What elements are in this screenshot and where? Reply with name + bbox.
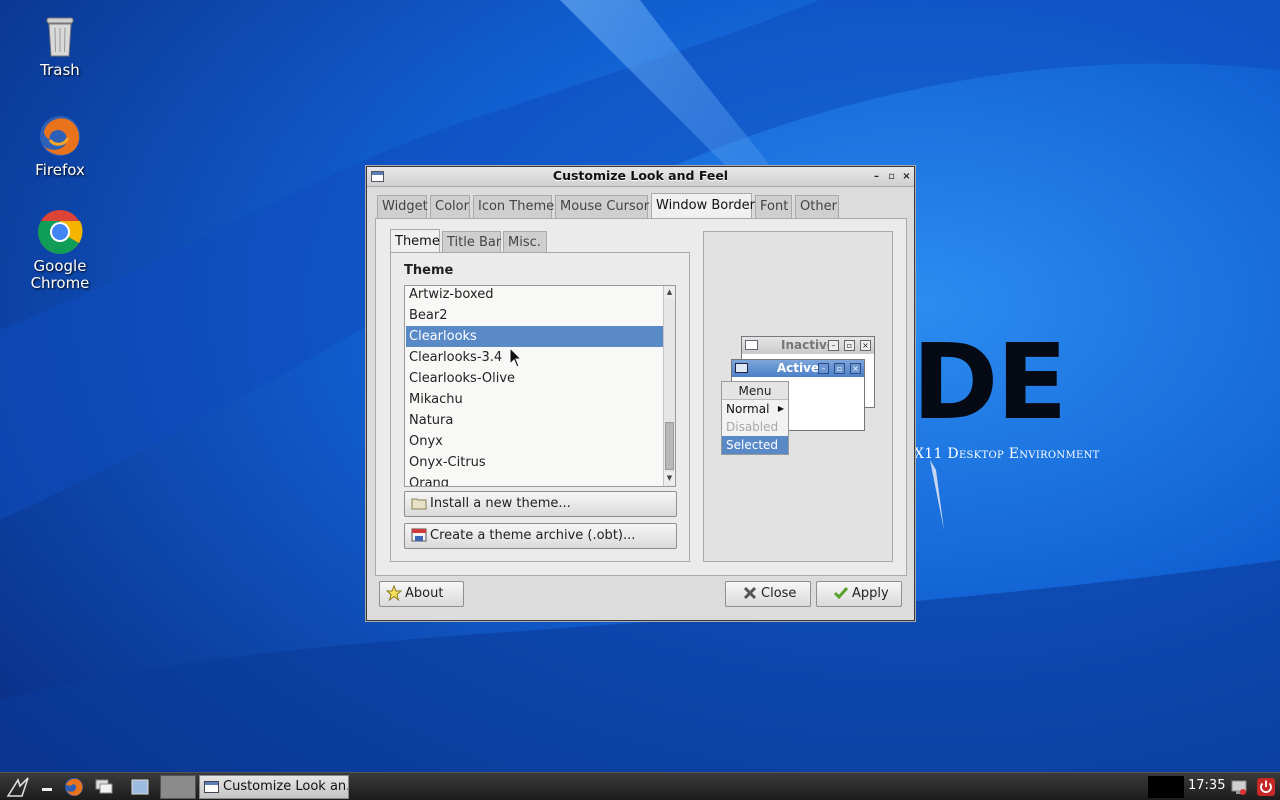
firefox-icon: [36, 112, 84, 160]
desktop-icon-trash[interactable]: Trash: [15, 12, 105, 79]
theme-item-onyx[interactable]: Onyx: [406, 431, 663, 452]
preview-close-icon: ×: [860, 340, 871, 351]
preview-minimize-icon: –: [828, 340, 839, 351]
taskbar: Customize Look an... 17:35: [0, 772, 1280, 800]
star-icon: [385, 584, 403, 601]
preview-menu-selected: Selected: [722, 436, 788, 454]
workspace-2[interactable]: [160, 775, 196, 799]
tab-widget[interactable]: Widget: [377, 195, 428, 218]
workspace-1[interactable]: [129, 776, 151, 798]
create-theme-archive-label: Create a theme archive (.obt)...: [430, 528, 636, 543]
preview-maximize-icon: ▫: [844, 340, 855, 351]
close-label: Close: [761, 586, 797, 601]
theme-item-bear2[interactable]: Bear2: [406, 305, 663, 326]
clock[interactable]: 17:35: [1188, 778, 1225, 793]
chrome-icon: [36, 208, 84, 256]
tab-title-bar[interactable]: Title Bar: [442, 231, 501, 253]
preview-menu: Menu Normal ▶ Disabled Selected: [721, 381, 789, 455]
tab-font[interactable]: Font: [755, 195, 792, 218]
desktop-icon-label: Google Chrome: [30, 257, 90, 292]
close-button[interactable]: Close: [725, 581, 811, 607]
logout-button[interactable]: [1256, 776, 1276, 798]
lxde-menu-icon: [6, 777, 29, 797]
scroll-up-arrow-icon[interactable]: ▲: [664, 286, 675, 299]
theme-item-clearlooks[interactable]: Clearlooks: [406, 326, 663, 347]
scroll-down-arrow-icon[interactable]: ▼: [664, 472, 675, 485]
customize-look-and-feel-window: Customize Look and Feel – ▫ × Widget Col…: [366, 166, 915, 621]
create-theme-archive-button[interactable]: Create a theme archive (.obt)...: [404, 523, 677, 549]
firefox-icon: [65, 778, 83, 796]
desktop-icon-label: Trash: [40, 61, 80, 79]
trash-icon: [36, 12, 84, 60]
theme-item-orang[interactable]: Orang: [406, 473, 663, 486]
checkmark-icon: [833, 585, 849, 601]
theme-heading: Theme: [404, 263, 454, 278]
theme-panel: Theme Artwiz-boxed Bear2 Clearlooks Clea…: [390, 252, 690, 562]
tab-theme[interactable]: Theme: [390, 229, 440, 253]
windows-icon: [95, 779, 113, 794]
apply-label: Apply: [852, 586, 889, 601]
window-titlebar[interactable]: Customize Look and Feel – ▫ ×: [367, 167, 914, 187]
brand-subtitle: X11 Desktop Environment: [914, 446, 1100, 462]
taskbar-window-label: Customize Look an...: [223, 779, 349, 794]
show-desktop-button[interactable]: [36, 776, 58, 798]
system-tray-area: [1148, 776, 1184, 798]
theme-item-clearlooks-3-4[interactable]: Clearlooks-3.4: [406, 347, 663, 368]
theme-item-natura[interactable]: Natura: [406, 410, 663, 431]
window-title: Customize Look and Feel: [552, 168, 729, 183]
theme-item-mikachu[interactable]: Mikachu: [406, 389, 663, 410]
minimize-all-icon: [42, 788, 52, 791]
archive-icon: [411, 527, 427, 543]
close-window-button[interactable]: ×: [900, 170, 913, 183]
network-icon: [1231, 780, 1247, 795]
minimize-button[interactable]: –: [870, 170, 883, 183]
preview-window-icon: [735, 363, 748, 373]
preview-menu-disabled: Disabled: [726, 420, 779, 434]
folder-icon: [411, 495, 427, 511]
tab-icon-theme[interactable]: Icon Theme: [473, 195, 554, 218]
desktop-icon-google-chrome[interactable]: Google Chrome: [15, 208, 105, 292]
about-button[interactable]: About: [379, 581, 464, 607]
preview-menu-normal: Normal ▶: [722, 400, 788, 418]
start-menu-button[interactable]: [6, 776, 32, 798]
mouse-cursor-icon: [509, 347, 523, 368]
window-button-bar: About Close Apply: [367, 577, 914, 620]
about-label: About: [405, 586, 444, 601]
workspace-icon: [131, 779, 149, 795]
taskbar-window-button[interactable]: Customize Look an...: [199, 775, 349, 799]
scrollbar-thumb[interactable]: [665, 422, 674, 470]
preview-maximize-icon: ▫: [834, 363, 845, 374]
theme-list-scrollbar[interactable]: ▲ ▼: [663, 286, 675, 486]
install-theme-button[interactable]: Install a new theme...: [404, 491, 677, 517]
theme-item-onyx-citrus[interactable]: Onyx-Citrus: [406, 452, 663, 473]
desktop-icon-firefox[interactable]: Firefox: [15, 112, 105, 179]
submenu-arrow-icon: ▶: [777, 404, 784, 413]
theme-list[interactable]: Artwiz-boxed Bear2 Clearlooks Clearlooks…: [404, 285, 676, 487]
preview-menu-normal-label: Normal: [726, 402, 770, 416]
tab-color[interactable]: Color: [430, 195, 470, 218]
maximize-button[interactable]: ▫: [885, 170, 898, 183]
apply-button[interactable]: Apply: [816, 581, 902, 607]
theme-item-artwiz-boxed[interactable]: Artwiz-boxed: [406, 286, 663, 305]
preview-menu-title: Menu: [722, 382, 788, 400]
tab-window-border[interactable]: Window Border: [651, 193, 755, 219]
close-icon: [742, 585, 758, 601]
window-icon: [204, 781, 219, 793]
tab-other[interactable]: Other: [795, 195, 839, 218]
tab-misc[interactable]: Misc.: [503, 231, 547, 253]
install-theme-label: Install a new theme...: [430, 496, 571, 511]
power-icon: [1257, 778, 1275, 796]
preview-window-icon: [745, 340, 758, 350]
preview-close-icon: ×: [850, 363, 861, 374]
theme-preview: Inactive – ▫ × Active – ▫ × Menu Normal ▶…: [703, 231, 893, 562]
theme-item-clearlooks-olive[interactable]: Clearlooks-Olive: [406, 368, 663, 389]
window-border-panel: Theme Title Bar Misc. Theme Artwiz-boxed…: [375, 218, 907, 576]
launcher-file-manager[interactable]: [93, 776, 115, 798]
desktop-icon-label: Firefox: [35, 161, 85, 179]
preview-minimize-icon: –: [818, 363, 829, 374]
tab-mouse-cursor[interactable]: Mouse Cursor: [555, 195, 649, 218]
brand-logo-text: DE: [912, 321, 1067, 443]
network-status[interactable]: [1229, 776, 1249, 798]
launcher-firefox[interactable]: [63, 776, 85, 798]
